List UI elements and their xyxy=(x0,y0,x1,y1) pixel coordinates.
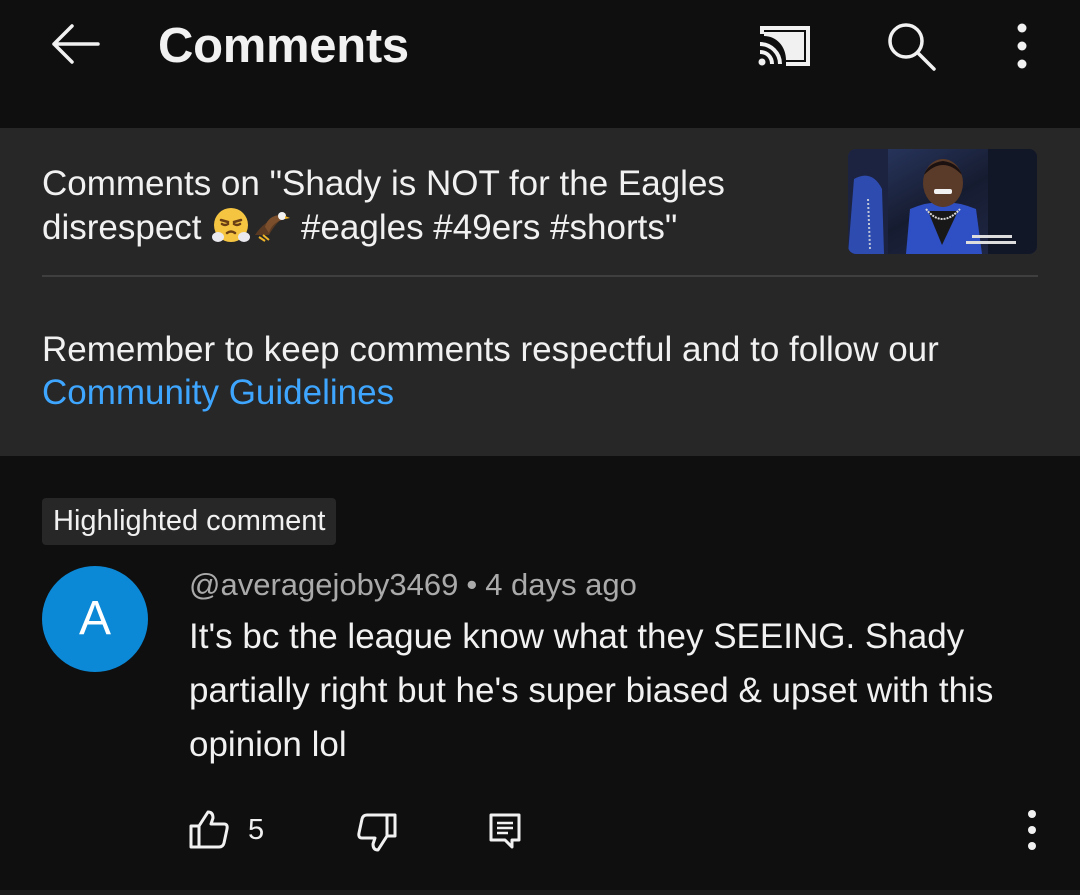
comment-time: 4 days ago xyxy=(485,567,637,602)
huffing-face-emoji xyxy=(211,205,251,245)
meta-separator: • xyxy=(466,567,478,602)
guidelines-text: Remember to keep comments respectful and… xyxy=(42,330,939,369)
guidelines-notice: Remember to keep comments respectful and… xyxy=(42,328,1042,414)
cast-icon[interactable] xyxy=(756,24,812,68)
highlighted-comment-badge: Highlighted comment xyxy=(42,498,337,545)
app-bar: Comments xyxy=(0,0,1080,128)
comment-more-icon[interactable] xyxy=(1020,808,1044,852)
comment-meta: @averagejoby3469 • 4 days ago xyxy=(189,565,637,605)
avatar[interactable]: A xyxy=(42,566,148,672)
video-title: Comments on "Shady is NOT for the Eagles… xyxy=(42,162,802,249)
eagle-emoji xyxy=(251,205,291,245)
video-title-suffix: #eagles #49ers #shorts" xyxy=(291,208,678,247)
divider xyxy=(42,275,1038,277)
bottom-edge xyxy=(0,890,1080,895)
like-count: 5 xyxy=(248,814,265,846)
video-thumbnail[interactable] xyxy=(848,149,1037,254)
thumb-down-icon[interactable] xyxy=(356,812,398,854)
comment-author[interactable]: @averagejoby3469 xyxy=(189,567,458,602)
comment-text: It's bc the league know what they SEEING… xyxy=(189,617,994,764)
reply-icon[interactable] xyxy=(488,812,522,850)
search-icon[interactable] xyxy=(884,20,940,72)
thumb-up-icon[interactable] xyxy=(188,808,230,850)
back-arrow-icon[interactable] xyxy=(48,20,100,68)
page-title: Comments xyxy=(158,19,409,73)
more-vert-icon[interactable] xyxy=(1008,22,1036,70)
community-guidelines-link[interactable]: Community Guidelines xyxy=(42,373,394,412)
